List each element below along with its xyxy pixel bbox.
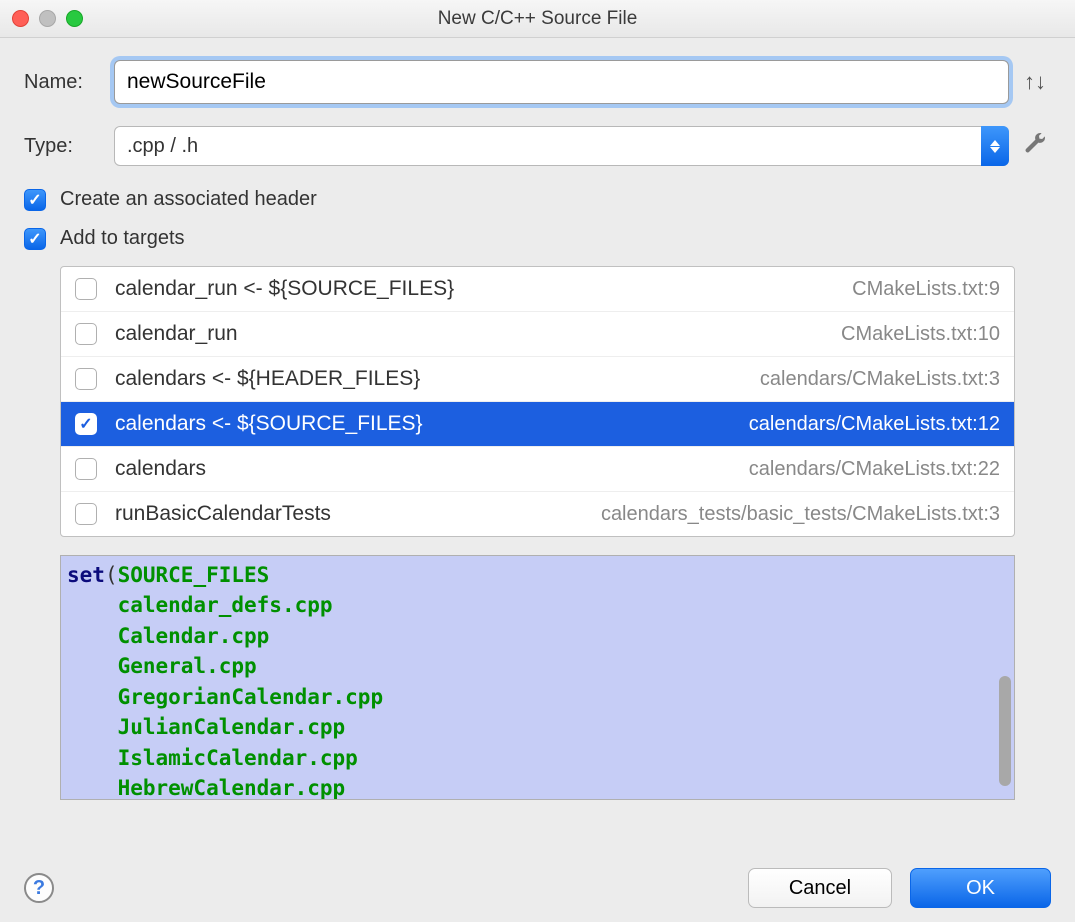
target-checkbox[interactable] — [75, 278, 97, 300]
target-checkbox[interactable] — [75, 323, 97, 345]
cancel-button[interactable]: Cancel — [748, 868, 892, 908]
name-input-wrap[interactable] — [114, 60, 1009, 104]
type-select[interactable]: .cpp / .h — [114, 126, 1009, 166]
target-name: runBasicCalendarTests — [115, 502, 331, 526]
add-targets-checkbox-row[interactable]: Add to targets — [24, 227, 1051, 250]
target-name: calendar_run — [115, 322, 238, 346]
target-checkbox[interactable] — [75, 503, 97, 525]
add-targets-label: Add to targets — [60, 227, 185, 250]
target-row[interactable]: calendar_run CMakeLists.txt:10 — [61, 312, 1014, 357]
help-icon[interactable]: ? — [24, 873, 54, 903]
ok-button[interactable]: OK — [910, 868, 1051, 908]
target-path: calendars/CMakeLists.txt:3 — [760, 368, 1000, 391]
create-header-checkbox-row[interactable]: Create an associated header — [24, 188, 1051, 211]
type-label: Type: — [24, 135, 114, 158]
close-window-icon[interactable] — [12, 10, 29, 27]
type-select-chevron-icon[interactable] — [981, 126, 1009, 166]
target-path: calendars/CMakeLists.txt:22 — [749, 458, 1000, 481]
create-header-label: Create an associated header — [60, 188, 317, 211]
target-row[interactable]: runBasicCalendarTests calendars_tests/bas… — [61, 492, 1014, 536]
add-targets-checkbox[interactable] — [24, 228, 46, 250]
footer: ? Cancel OK — [0, 854, 1075, 922]
code-preview: set(SOURCE_FILES calendar_defs.cpp Calen… — [60, 555, 1015, 800]
minimize-window-icon — [39, 10, 56, 27]
targets-list[interactable]: calendar_run <- ${SOURCE_FILES} CMakeList… — [60, 266, 1015, 537]
target-checkbox[interactable] — [75, 413, 97, 435]
target-path: CMakeLists.txt:10 — [841, 323, 1000, 346]
target-row[interactable]: calendars <- ${HEADER_FILES} calendars/CM… — [61, 357, 1014, 402]
target-name: calendars <- ${SOURCE_FILES} — [115, 412, 423, 436]
target-checkbox[interactable] — [75, 458, 97, 480]
target-name: calendars — [115, 457, 206, 481]
name-input[interactable] — [127, 61, 996, 103]
target-path: calendars/CMakeLists.txt:12 — [749, 413, 1000, 436]
target-row[interactable]: calendars <- ${SOURCE_FILES} calendars/CM… — [61, 402, 1014, 447]
up-down-arrows-icon[interactable]: ↑↓ — [1019, 69, 1051, 95]
titlebar: New C/C++ Source File — [0, 0, 1075, 38]
target-path: calendars_tests/basic_tests/CMakeLists.t… — [601, 503, 1000, 526]
target-checkbox[interactable] — [75, 368, 97, 390]
create-header-checkbox[interactable] — [24, 189, 46, 211]
wrench-icon[interactable] — [1019, 131, 1051, 161]
target-name: calendars <- ${HEADER_FILES} — [115, 367, 420, 391]
name-label: Name: — [24, 71, 114, 94]
target-path: CMakeLists.txt:9 — [852, 278, 1000, 301]
type-select-value: .cpp / .h — [127, 135, 198, 158]
target-row[interactable]: calendar_run <- ${SOURCE_FILES} CMakeList… — [61, 267, 1014, 312]
target-name: calendar_run <- ${SOURCE_FILES} — [115, 277, 454, 301]
target-row[interactable]: calendars calendars/CMakeLists.txt:22 — [61, 447, 1014, 492]
window-title: New C/C++ Source File — [0, 8, 1075, 30]
zoom-window-icon[interactable] — [66, 10, 83, 27]
scrollbar-thumb[interactable] — [999, 676, 1011, 786]
